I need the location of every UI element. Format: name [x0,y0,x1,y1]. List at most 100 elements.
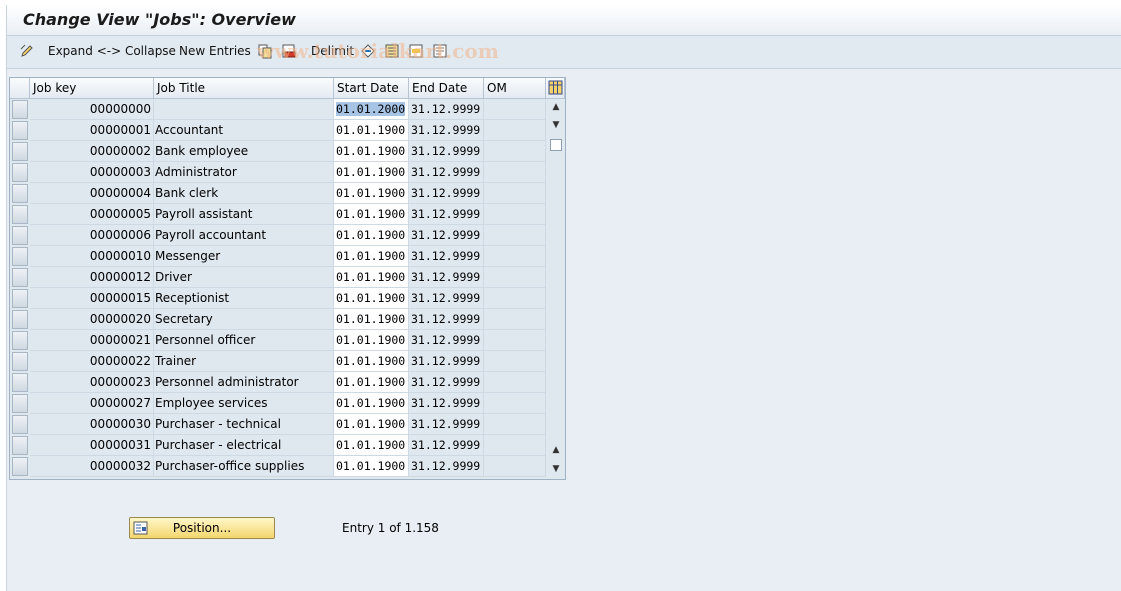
job-key-cell[interactable]: 00000015 [30,288,154,309]
job-title-cell[interactable]: Secretary [154,309,334,330]
job-key-cell[interactable]: 00000032 [30,456,154,477]
table-row[interactable]: 00000023 Personnel administrator 01.01.190… [10,372,546,393]
om-cell[interactable] [484,204,546,225]
job-title-cell[interactable]: Purchaser - technical [154,414,334,435]
column-header-job-title[interactable]: Job Title [154,78,334,99]
end-date-cell[interactable]: 31.12.9999 [409,330,484,351]
start-date-cell[interactable]: 01.01.1900 [334,456,409,477]
row-selector[interactable] [12,142,28,161]
job-key-cell[interactable]: 00000021 [30,330,154,351]
job-key-cell[interactable]: 00000022 [30,351,154,372]
row-selector[interactable] [12,121,28,140]
end-date-cell[interactable]: 31.12.9999 [409,183,484,204]
end-date-cell[interactable]: 31.12.9999 [409,204,484,225]
row-selector[interactable] [12,205,28,224]
table-row[interactable]: 00000000 01.01.2000 31.12.9999 [10,99,546,120]
table-row[interactable]: 00000015 Receptionist 01.01.1900 31.12.9999 [10,288,546,309]
job-key-cell[interactable]: 00000000 [30,99,154,120]
row-selector[interactable] [12,268,28,287]
end-date-cell[interactable]: 31.12.9999 [409,246,484,267]
row-selector[interactable] [12,352,28,371]
om-cell[interactable] [484,183,546,204]
table-row[interactable]: 00000001 Accountant 01.01.1900 31.12.9999 [10,120,546,141]
row-selector[interactable] [12,436,28,455]
start-date-cell[interactable]: 01.01.1900 [334,435,409,456]
job-key-cell[interactable]: 00000023 [30,372,154,393]
job-title-cell[interactable]: Administrator [154,162,334,183]
row-selector[interactable] [12,226,28,245]
end-date-cell[interactable]: 31.12.9999 [409,393,484,414]
om-cell[interactable] [484,372,546,393]
job-key-cell[interactable]: 00000020 [30,309,154,330]
column-header-start-date[interactable]: Start Date [334,78,409,99]
row-selector[interactable] [12,184,28,203]
om-cell[interactable] [484,435,546,456]
row-selector[interactable] [12,247,28,266]
vertical-scrollbar[interactable]: ▲ ▼ ▲ ▼ [548,99,564,479]
job-key-cell[interactable]: 00000004 [30,183,154,204]
job-title-cell[interactable]: Payroll accountant [154,225,334,246]
om-cell[interactable] [484,162,546,183]
start-date-cell[interactable]: 01.01.1900 [334,351,409,372]
start-date-cell[interactable]: 01.01.1900 [334,267,409,288]
end-date-cell[interactable]: 31.12.9999 [409,414,484,435]
table-row[interactable]: 00000012 Driver 01.01.1900 31.12.9999 [10,267,546,288]
table-row[interactable]: 00000020 Secretary 01.01.1900 31.12.9999 [10,309,546,330]
column-header-job-key[interactable]: Job key [30,78,154,99]
end-date-cell[interactable]: 31.12.9999 [409,351,484,372]
start-date-cell[interactable]: 01.01.1900 [334,246,409,267]
table-row[interactable]: 00000006 Payroll accountant 01.01.1900 31.1… [10,225,546,246]
om-cell[interactable] [484,330,546,351]
end-date-cell[interactable]: 31.12.9999 [409,435,484,456]
job-key-cell[interactable]: 00000002 [30,141,154,162]
column-header-end-date[interactable]: End Date [409,78,484,99]
end-date-cell[interactable]: 31.12.9999 [409,372,484,393]
start-date-cell[interactable]: 01.01.1900 [334,393,409,414]
job-key-cell[interactable]: 00000012 [30,267,154,288]
table-row[interactable]: 00000031 Purchaser - electrical 01.01.1900… [10,435,546,456]
expand-collapse-button[interactable]: Expand <-> Collapse [48,44,176,58]
scroll-down-icon[interactable]: ▼ [548,117,564,133]
table-row[interactable]: 00000021 Personnel officer 01.01.1900 31.12… [10,330,546,351]
row-selector[interactable] [12,289,28,308]
job-key-cell[interactable]: 00000003 [30,162,154,183]
om-cell[interactable] [484,456,546,477]
start-date-cell[interactable]: 01.01.1900 [334,183,409,204]
om-cell[interactable] [484,141,546,162]
job-title-cell[interactable]: Personnel officer [154,330,334,351]
end-date-cell[interactable]: 31.12.9999 [409,162,484,183]
start-date-cell[interactable]: 01.01.2000 [334,99,409,120]
edit-pencil-icon[interactable] [19,43,35,59]
row-selector[interactable] [12,373,28,392]
start-date-cell[interactable]: 01.01.1900 [334,120,409,141]
table-row[interactable]: 00000002 Bank employee 01.01.1900 31.12.999… [10,141,546,162]
job-title-cell[interactable]: Trainer [154,351,334,372]
table-row[interactable]: 00000005 Payroll assistant 01.01.1900 31.12… [10,204,546,225]
om-cell[interactable] [484,309,546,330]
job-key-cell[interactable]: 00000005 [30,204,154,225]
start-date-cell[interactable]: 01.01.1900 [334,372,409,393]
start-date-cell[interactable]: 01.01.1900 [334,141,409,162]
end-date-cell[interactable]: 31.12.9999 [409,309,484,330]
job-title-cell[interactable]: Driver [154,267,334,288]
scroll-up-icon[interactable]: ▲ [548,99,564,115]
job-title-cell[interactable]: Accountant [154,120,334,141]
om-cell[interactable] [484,288,546,309]
start-date-cell[interactable]: 01.01.1900 [334,414,409,435]
position-button[interactable]: Position... [129,517,275,539]
start-date-cell[interactable]: 01.01.1900 [334,162,409,183]
om-cell[interactable] [484,414,546,435]
job-key-cell[interactable]: 00000031 [30,435,154,456]
job-title-cell[interactable]: Payroll assistant [154,204,334,225]
job-title-cell[interactable]: Messenger [154,246,334,267]
end-date-cell[interactable]: 31.12.9999 [409,120,484,141]
end-date-cell[interactable]: 31.12.9999 [409,141,484,162]
row-selector[interactable] [12,415,28,434]
table-row[interactable]: 00000032 Purchaser-office supplies 01.01.1… [10,456,546,477]
job-key-cell[interactable]: 00000006 [30,225,154,246]
table-row[interactable]: 00000030 Purchaser - technical 01.01.1900 3… [10,414,546,435]
row-selector[interactable] [12,331,28,350]
job-title-cell[interactable]: Purchaser-office supplies [154,456,334,477]
table-row[interactable]: 00000022 Trainer 01.01.1900 31.12.9999 [10,351,546,372]
start-date-cell[interactable]: 01.01.1900 [334,288,409,309]
